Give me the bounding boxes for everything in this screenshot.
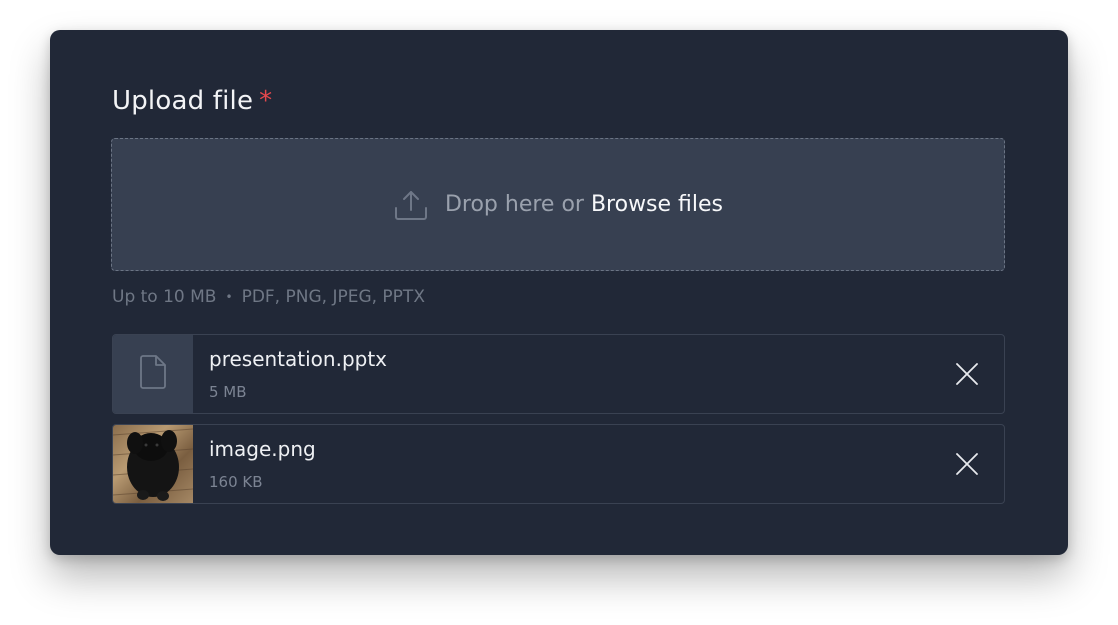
file-item: image.png 160 KB — [112, 424, 1005, 504]
upload-hint: Up to 10 MB • PDF, PNG, JPEG, PPTX — [112, 287, 425, 307]
file-size: 160 KB — [209, 473, 263, 491]
browse-files-link[interactable]: Browse files — [591, 192, 723, 217]
file-size: 5 MB — [209, 383, 247, 401]
file-name: image.png — [209, 437, 316, 461]
upload-card: Upload file * Drop here or Browse files U… — [50, 30, 1068, 555]
dog-photo — [113, 428, 193, 501]
remove-file-button[interactable] — [955, 452, 979, 476]
file-thumbnail — [113, 335, 193, 413]
file-item: presentation.pptx 5 MB — [112, 334, 1005, 414]
upload-title: Upload file * — [112, 86, 272, 116]
drop-zone-prompt: Drop here or — [444, 192, 584, 217]
hint-separator: • — [225, 290, 233, 304]
close-icon — [955, 363, 979, 390]
file-icon — [139, 355, 167, 393]
file-name: presentation.pptx — [209, 347, 388, 371]
close-icon — [955, 453, 979, 480]
required-asterisk: * — [259, 86, 273, 116]
upload-icon — [393, 187, 429, 223]
drop-zone[interactable]: Drop here or Browse files — [111, 138, 1005, 271]
remove-file-button[interactable] — [955, 362, 979, 386]
file-formats-hint: PDF, PNG, JPEG, PPTX — [241, 287, 425, 307]
max-size-hint: Up to 10 MB — [112, 287, 217, 307]
image-thumbnail — [113, 425, 193, 503]
drop-zone-content: Drop here or Browse files — [393, 187, 723, 223]
upload-title-text: Upload file — [112, 86, 254, 116]
